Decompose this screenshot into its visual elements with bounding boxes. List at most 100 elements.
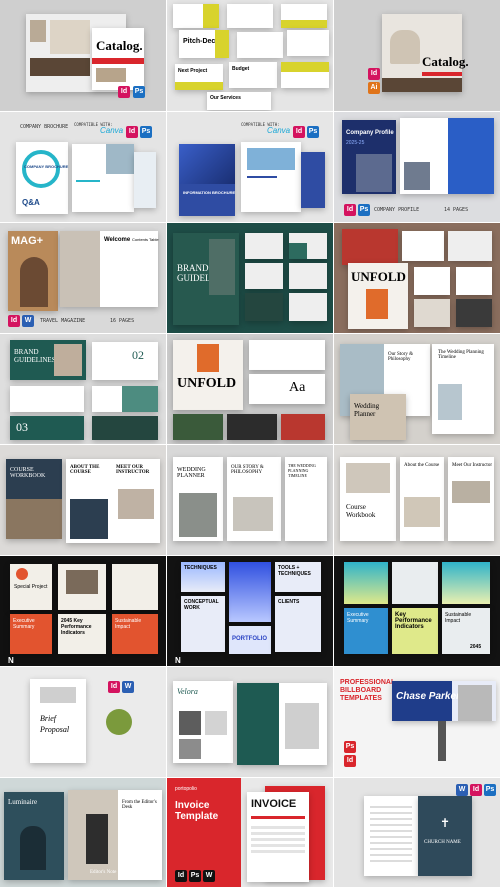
unfold-page-5 xyxy=(456,267,492,295)
tile-invoice[interactable]: portopolio Invoice Template Id Ps W INVO… xyxy=(167,778,333,887)
invoice-page: INVOICE xyxy=(247,792,309,882)
kpi2-exec-title: Executive Summary xyxy=(347,612,369,624)
profile-footer: COMPANY PROFILE xyxy=(374,207,420,213)
brand-page-1 xyxy=(245,233,283,259)
kpi2-gradient-1 xyxy=(344,562,388,604)
church-cross-icon: ✝ xyxy=(440,816,451,830)
unfold-page-2 xyxy=(402,231,444,261)
brochure-cover-title: COMPANY BROCHURE xyxy=(24,164,69,169)
indesign-icon: Id xyxy=(8,315,20,327)
magazine-cover: MAG+ xyxy=(8,231,58,311)
tile-pitch-deck[interactable]: Pitch-Deck Next Project Budget Our Servi… xyxy=(167,0,333,111)
velora-title: Velora xyxy=(177,687,198,696)
pitch-slide-4 xyxy=(237,32,283,58)
magazine-footer: TRAVEL MAGAZINE xyxy=(40,318,86,324)
pitch-budget-label: Budget xyxy=(232,66,250,72)
wedding-cover: Wedding Planner xyxy=(350,394,406,440)
canva-logo: Canva xyxy=(100,126,124,135)
tile-brand-guidelines-2[interactable]: BRAND GUIDELINES 02 03 xyxy=(0,334,166,444)
unfold2-page-2: Aa xyxy=(249,374,325,404)
portfolio-logo: N xyxy=(175,656,181,665)
photoshop-icon: Ps xyxy=(140,126,152,138)
tile-kpi-report-2[interactable]: Executive Summary Key Performance Indica… xyxy=(334,556,500,666)
kpi-main: 2045 Key Performance Indicators xyxy=(58,614,106,654)
kpi-special: Special Project xyxy=(10,564,52,610)
catalog-cover: Catalog. xyxy=(92,28,144,90)
indesign-icon: Id xyxy=(118,86,130,98)
plant-decor xyxy=(106,709,132,735)
photoshop-icon: Ps xyxy=(133,86,145,98)
tile-portfolio[interactable]: TECHNIQUES TOOLS + TECHNIQUES CONCEPTUAL… xyxy=(167,556,333,666)
kpi-exec: Executive Summary xyxy=(10,614,52,654)
tile-luminaire[interactable]: Luminaire From the Editor's Desk Editor'… xyxy=(0,778,166,887)
unfold-page-6 xyxy=(414,299,450,327)
proposal-cover: Brief Proposal xyxy=(30,679,86,763)
word-icon: W xyxy=(203,870,215,882)
billboard-panel: Chase Parker xyxy=(392,681,496,721)
course2-about-title: About the Course xyxy=(404,463,440,468)
brochure-spread xyxy=(72,144,134,212)
tile-velora[interactable]: Velora xyxy=(167,667,333,777)
tile-course-workbook[interactable]: COURSE WORKBOOK ABOUT THE COURSE MEET OU… xyxy=(0,445,166,555)
indesign-icon: Id xyxy=(175,870,187,882)
course2-instructor: Meet Our Instructor xyxy=(448,457,494,541)
kpi-impact-title: Sustainable Impact xyxy=(115,618,142,630)
course-cover-title: COURSE WORKBOOK xyxy=(10,467,46,479)
info-cover-title: INFORMATION BROCHURE xyxy=(183,190,236,195)
tile-wedding-planner[interactable]: Our Story & Philosophy Wedding Planner T… xyxy=(334,334,500,444)
info-spread xyxy=(241,142,301,212)
unfold2-page-5 xyxy=(281,414,325,440)
billboard-heading: PROFESSIONAL BILLBOARD TEMPLATES xyxy=(340,679,396,702)
tile-unfold-2[interactable]: UNFOLD Aa xyxy=(167,334,333,444)
kpi2-impact: Sustainable Impact 2045 xyxy=(442,608,490,654)
unfold-title: UNFOLD xyxy=(351,269,406,284)
pitch-cover: Pitch-Deck xyxy=(179,30,229,58)
photoshop-icon: Ps xyxy=(358,204,370,216)
tile-unfold[interactable]: UNFOLD xyxy=(334,223,500,333)
tile-brand-guidelines[interactable]: BRAND GUIDELINES xyxy=(167,223,333,333)
portfolio-title: PORTFOLIO xyxy=(232,636,267,642)
kpi-special-title: Special Project xyxy=(14,584,48,590)
course-spread: ABOUT THE COURSE MEET OUR INSTRUCTOR xyxy=(66,459,160,543)
tile-company-profile[interactable]: Company Profile 2025-25 Id Ps COMPANY PR… xyxy=(334,112,500,222)
tile-company-brochure[interactable]: COMPANY BROCHURE COMPATIBLE WITH: Canva … xyxy=(0,112,166,222)
tile-information-brochure[interactable]: COMPATIBLE WITH: Canva Id Ps INFORMATION… xyxy=(167,112,333,222)
unfold-cover: UNFOLD xyxy=(348,263,408,329)
pitch-slide-1 xyxy=(173,4,219,28)
tile-church[interactable]: ✝ CHURCH NAME W Id Ps xyxy=(334,778,500,887)
wedding2-spread: OUR STORY & PHILOSOPHY xyxy=(227,457,281,541)
kpi2-impact-title: Sustainable Impact xyxy=(445,612,472,624)
word-icon: W xyxy=(122,681,134,693)
tile-billboard[interactable]: PROFESSIONAL BILLBOARD TEMPLATES Chase P… xyxy=(334,667,500,777)
billboard-name: Chase Parker xyxy=(396,691,460,702)
unfold-page-1 xyxy=(342,229,398,265)
pitch-services-label: Our Services xyxy=(210,95,241,101)
wedding-story: Our Story & Philosophy xyxy=(388,352,413,362)
luminaire-spread: From the Editor's Desk Editor's Note xyxy=(68,790,162,880)
info-cover: INFORMATION BROCHURE xyxy=(179,144,235,216)
template-gallery-grid: Catalog. Id Ps Pitch-Deck Next Project B… xyxy=(0,0,500,887)
brand2-page-1: 02 xyxy=(92,342,158,380)
unfold-page-3 xyxy=(448,231,492,261)
tile-catalog[interactable]: Catalog. Id Ps xyxy=(0,0,166,111)
catalog-title: Catalog. xyxy=(96,38,143,53)
course2-cover: Course Workbook xyxy=(340,457,396,541)
church-inner xyxy=(364,796,418,876)
wedding2-cover-title: WEDDING PLANNER xyxy=(177,467,206,479)
course-instructor: MEET OUR INSTRUCTOR xyxy=(116,465,150,475)
catalog2-title: Catalog. xyxy=(422,54,469,69)
tile-kpi-report[interactable]: Special Project Executive Summary 2045 K… xyxy=(0,556,166,666)
kpi2-page-2 xyxy=(442,562,490,604)
tile-brief-proposal[interactable]: Brief Proposal Id W xyxy=(0,667,166,777)
course2-about: About the Course xyxy=(400,457,444,541)
brand-page-6 xyxy=(289,293,327,321)
photoshop-icon: Ps xyxy=(484,784,496,796)
brochure-qa: Q&A xyxy=(22,198,40,207)
pitch-slide-5 xyxy=(287,30,329,56)
tile-wedding-planner-2[interactable]: WEDDING PLANNER OUR STORY & PHILOSOPHY T… xyxy=(167,445,333,555)
tile-travel-magazine[interactable]: MAG+ Welcome Contents Table Id W TRAVEL … xyxy=(0,223,166,333)
tile-course-workbook-2[interactable]: Course Workbook About the Course Meet Ou… xyxy=(334,445,500,555)
portfolio-clients-title: CLIENTS xyxy=(278,599,300,605)
invoice-heading: INVOICE xyxy=(251,798,297,810)
tile-catalog-2[interactable]: Catalog. Id Ai xyxy=(334,0,500,111)
